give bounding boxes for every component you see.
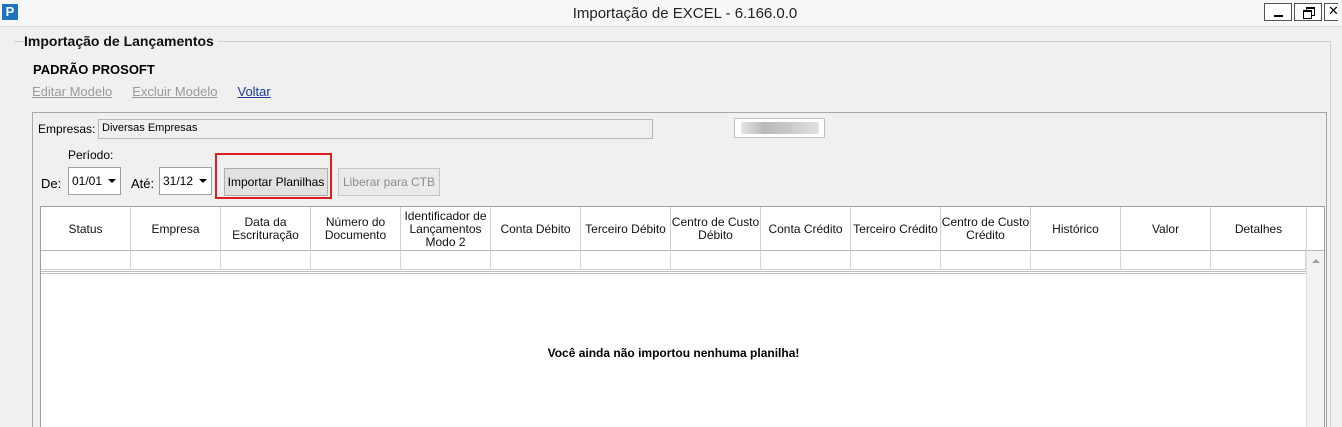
- filter-cell[interactable]: [1031, 251, 1121, 270]
- column-header[interactable]: Status: [41, 207, 131, 251]
- filter-cell[interactable]: [761, 251, 851, 270]
- empresas-label: Empresas:: [38, 122, 96, 136]
- de-select-value: 01/01: [72, 174, 103, 188]
- filter-cell[interactable]: [401, 251, 491, 270]
- window-controls: ✕: [1264, 3, 1340, 21]
- ate-select-value: 31/12: [163, 174, 194, 188]
- de-label: De:: [41, 176, 62, 191]
- filter-cell[interactable]: [941, 251, 1031, 270]
- edit-model-link[interactable]: Editar Modelo: [32, 84, 112, 99]
- column-header[interactable]: Valor: [1121, 207, 1211, 251]
- column-header[interactable]: Conta Débito: [491, 207, 581, 251]
- close-button[interactable]: ✕: [1324, 3, 1339, 21]
- filter-cell[interactable]: [221, 251, 311, 270]
- empresas-field[interactable]: Diversas Empresas: [98, 119, 653, 139]
- minimize-button[interactable]: [1264, 3, 1292, 21]
- title-bar: P Importação de EXCEL - 6.166.0.0 ✕: [0, 0, 1342, 27]
- filter-cell[interactable]: [1121, 251, 1211, 270]
- periodo-label: Período:: [68, 148, 114, 162]
- filter-cell[interactable]: [581, 251, 671, 270]
- column-header[interactable]: Terceiro Crédito: [851, 207, 941, 251]
- close-icon: ✕: [1328, 3, 1339, 18]
- column-header[interactable]: Identificador de Lançamentos Modo 2: [401, 207, 491, 251]
- filter-cell[interactable]: [131, 251, 221, 270]
- vertical-scrollbar[interactable]: [1306, 251, 1324, 427]
- column-header[interactable]: Data da Escrituração: [221, 207, 311, 251]
- filter-cell[interactable]: [491, 251, 581, 270]
- model-name: PADRÃO PROSOFT: [33, 62, 155, 77]
- highlight-box: [215, 153, 332, 199]
- column-header[interactable]: Histórico: [1031, 207, 1121, 251]
- column-header[interactable]: Centro de Custo Débito: [671, 207, 761, 251]
- column-header[interactable]: Centro de Custo Crédito: [941, 207, 1031, 251]
- scroll-up-icon[interactable]: [1312, 259, 1320, 263]
- release-ctb-button[interactable]: Liberar para CTB: [338, 168, 440, 196]
- back-link[interactable]: Voltar: [237, 84, 270, 99]
- filter-cell[interactable]: [851, 251, 941, 270]
- chevron-down-icon: [108, 179, 116, 183]
- window-title: Importação de EXCEL - 6.166.0.0: [572, 5, 798, 22]
- column-header[interactable]: Terceiro Débito: [581, 207, 671, 251]
- de-select[interactable]: 01/01: [68, 167, 121, 195]
- delete-model-link[interactable]: Excluir Modelo: [132, 84, 217, 99]
- filter-cell[interactable]: [671, 251, 761, 270]
- grid-separator: [41, 271, 1306, 274]
- group-title: Importação de Lançamentos: [24, 33, 218, 49]
- grid-header: Status Empresa Data da Escrituração Núme…: [41, 207, 1324, 251]
- filter-row: [41, 251, 1306, 270]
- ate-select[interactable]: 31/12: [159, 167, 212, 195]
- column-header[interactable]: Empresa: [131, 207, 221, 251]
- filter-cell[interactable]: [311, 251, 401, 270]
- chevron-down-icon: [199, 179, 207, 183]
- empty-state-message: Você ainda não importou nenhuma planilha…: [547, 346, 800, 360]
- filter-cell[interactable]: [41, 251, 131, 270]
- model-links: Editar Modelo Excluir Modelo Voltar: [32, 84, 291, 99]
- redacted-field: [734, 118, 825, 138]
- column-header[interactable]: Detalhes: [1211, 207, 1307, 251]
- column-header[interactable]: Número do Documento: [311, 207, 401, 251]
- restore-button[interactable]: [1294, 3, 1322, 21]
- group-border-right: [1330, 41, 1331, 427]
- entries-grid: Status Empresa Data da Escrituração Núme…: [40, 206, 1325, 427]
- column-header[interactable]: Conta Crédito: [761, 207, 851, 251]
- ate-label: Até:: [131, 176, 155, 191]
- filter-cell[interactable]: [1211, 251, 1306, 270]
